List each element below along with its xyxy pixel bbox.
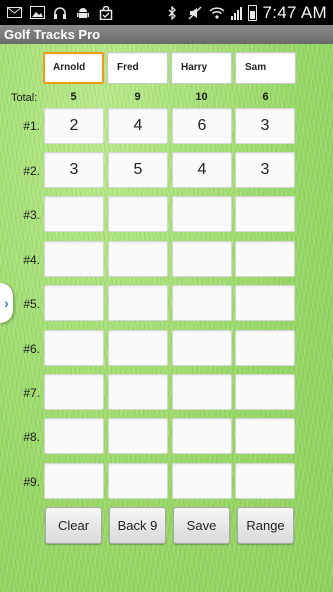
hole-4-player-1-score[interactable] [44, 241, 104, 277]
range-button[interactable]: Range [237, 507, 294, 544]
hole-7-player-1-score[interactable] [44, 374, 104, 410]
hole-8-player-1-score[interactable] [44, 418, 104, 454]
hole-7-label: #7. [23, 386, 40, 400]
hole-3-player-1-score[interactable] [44, 196, 104, 232]
hole-4-player-4-score[interactable] [235, 241, 295, 277]
side-drawer-handle[interactable]: › [0, 283, 13, 323]
hole-4-player-3-score[interactable] [172, 241, 232, 277]
hole-7-player-4-score[interactable] [235, 374, 295, 410]
hole-8-player-4-score[interactable] [235, 418, 295, 454]
player-4-name-input[interactable]: Sam [235, 52, 296, 84]
battery-icon [247, 4, 257, 21]
back-9-button[interactable]: Back 9 [109, 507, 166, 544]
hole-6-player-4-score[interactable] [235, 330, 295, 366]
hole-5-player-2-score[interactable] [108, 285, 168, 321]
bluetooth-icon [165, 5, 181, 20]
hole-3-label: #3. [23, 208, 40, 222]
app-title: Golf Tracks Pro [0, 25, 333, 44]
image-icon [29, 6, 45, 20]
hole-2-player-2-score[interactable]: 5 [108, 152, 168, 188]
hole-2-label: #2. [23, 164, 40, 178]
player-1-total: 5 [70, 91, 77, 103]
hole-4-label: #4. [23, 253, 40, 267]
hole-9-label: #9. [23, 475, 40, 489]
envelope-icon [6, 6, 22, 20]
hole-3-player-4-score[interactable] [235, 196, 295, 232]
hole-9-player-1-score[interactable] [44, 463, 104, 499]
chevron-right-icon: › [4, 295, 9, 311]
signal-icon [230, 6, 242, 20]
hole-1-player-2-score[interactable]: 4 [108, 108, 168, 144]
robot-icon [75, 6, 91, 20]
hole-9-player-3-score[interactable] [172, 463, 232, 499]
hole-6-player-2-score[interactable] [108, 330, 168, 366]
status-bar: 7:47 AM [0, 0, 333, 25]
hole-2-player-3-score[interactable]: 4 [172, 152, 232, 188]
hole-6-player-1-score[interactable] [44, 330, 104, 366]
hole-1-player-1-score[interactable]: 2 [44, 108, 104, 144]
wifi-icon [208, 6, 225, 20]
hole-7-player-2-score[interactable] [108, 374, 168, 410]
hole-1-player-4-score[interactable]: 3 [235, 108, 295, 144]
hole-5-player-1-score[interactable] [44, 285, 104, 321]
hole-6-label: #6. [23, 342, 40, 356]
hole-9-player-4-score[interactable] [235, 463, 295, 499]
player-3-total: 10 [195, 91, 208, 103]
hole-7-player-3-score[interactable] [172, 374, 232, 410]
bag-icon [98, 5, 114, 20]
headset-icon [52, 6, 68, 20]
hole-1-label: #1. [23, 119, 40, 133]
clock: 7:47 AM [262, 2, 327, 22]
hole-8-label: #8. [23, 430, 40, 444]
hole-3-player-2-score[interactable] [108, 196, 168, 232]
player-2-total: 9 [134, 91, 141, 103]
save-button[interactable]: Save [173, 507, 230, 544]
hole-8-player-3-score[interactable] [172, 418, 232, 454]
mute-icon [187, 6, 203, 20]
hole-8-player-2-score[interactable] [108, 418, 168, 454]
hole-1-player-3-score[interactable]: 6 [172, 108, 232, 144]
hole-5-label: #5. [23, 297, 40, 311]
total-label: Total: [11, 92, 38, 104]
player-3-name-input[interactable]: Harry [171, 52, 232, 84]
player-4-total: 6 [262, 91, 269, 103]
hole-5-player-4-score[interactable] [235, 285, 295, 321]
clear-button[interactable]: Clear [45, 507, 102, 544]
hole-9-player-2-score[interactable] [108, 463, 168, 499]
system-icons: 7:47 AM [165, 3, 333, 23]
notification-icons [0, 5, 114, 20]
hole-5-player-3-score[interactable] [172, 285, 232, 321]
hole-6-player-3-score[interactable] [172, 330, 232, 366]
hole-4-player-2-score[interactable] [108, 241, 168, 277]
hole-2-player-1-score[interactable]: 3 [44, 152, 104, 188]
hole-3-player-3-score[interactable] [172, 196, 232, 232]
player-2-name-input[interactable]: Fred [107, 52, 168, 84]
player-1-name-input[interactable]: Arnold [43, 52, 104, 84]
hole-2-player-4-score[interactable]: 3 [235, 152, 295, 188]
